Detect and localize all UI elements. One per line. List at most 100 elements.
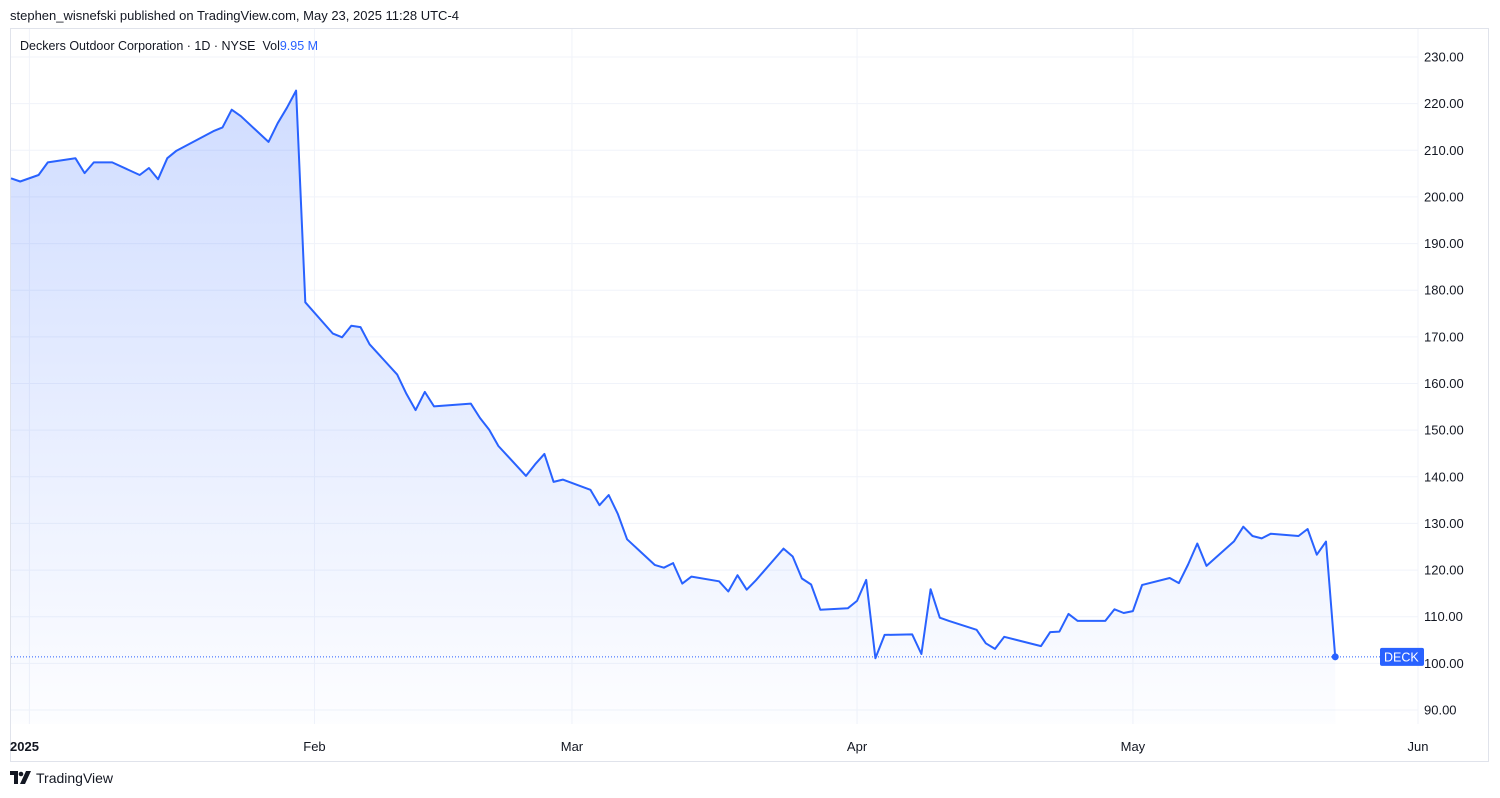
price-point[interactable] — [909, 631, 915, 637]
price-point[interactable] — [275, 120, 281, 126]
price-point[interactable] — [82, 170, 88, 176]
price-point[interactable] — [330, 331, 336, 337]
price-point[interactable] — [1249, 533, 1255, 539]
price-point[interactable] — [164, 155, 170, 161]
price-point[interactable] — [1314, 552, 1320, 558]
price-point[interactable] — [1194, 540, 1200, 546]
price-point[interactable] — [551, 479, 557, 485]
price-point[interactable] — [403, 391, 409, 397]
price-point[interactable] — [587, 487, 593, 493]
price-point[interactable] — [1075, 618, 1081, 624]
price-point[interactable] — [946, 618, 952, 624]
price-point[interactable] — [8, 175, 14, 181]
brand-name[interactable]: TradingView — [36, 770, 113, 786]
price-point[interactable] — [1176, 580, 1182, 586]
price-point[interactable] — [137, 172, 143, 178]
price-point[interactable] — [367, 341, 373, 347]
price-point[interactable] — [339, 334, 345, 340]
price-point[interactable] — [1056, 629, 1062, 635]
price-point[interactable] — [863, 577, 869, 583]
price-point[interactable] — [1121, 610, 1127, 616]
price-point[interactable] — [1185, 561, 1191, 567]
price-point[interactable] — [1130, 608, 1136, 614]
price-point[interactable] — [744, 587, 750, 593]
price-point[interactable] — [431, 403, 437, 409]
price-point[interactable] — [532, 461, 538, 467]
price-point[interactable] — [357, 324, 363, 330]
price-point[interactable] — [1047, 629, 1053, 635]
price-point[interactable] — [229, 107, 235, 113]
price-point[interactable] — [146, 165, 152, 171]
price-point[interactable] — [394, 372, 400, 378]
price-point[interactable] — [560, 477, 566, 483]
price-point[interactable] — [937, 615, 943, 621]
price-point[interactable] — [495, 443, 501, 449]
price-point[interactable] — [1112, 606, 1118, 612]
price-point[interactable] — [597, 502, 603, 508]
price-point[interactable] — [854, 598, 860, 604]
price-point[interactable] — [1001, 634, 1007, 640]
price-point[interactable] — [413, 407, 419, 413]
price-point[interactable] — [1102, 618, 1108, 624]
price-point[interactable] — [210, 128, 216, 134]
price-point[interactable] — [716, 578, 722, 584]
price-point[interactable] — [523, 473, 529, 479]
price-point[interactable] — [872, 655, 878, 661]
price-point[interactable] — [174, 148, 180, 154]
price-point[interactable] — [918, 651, 924, 657]
price-point[interactable] — [468, 401, 474, 407]
price-point[interactable] — [606, 492, 612, 498]
price-point[interactable] — [615, 511, 621, 517]
price-point[interactable] — [155, 176, 161, 182]
price-point[interactable] — [1259, 535, 1265, 541]
price-point[interactable] — [624, 536, 630, 542]
price-point[interactable] — [1066, 611, 1072, 617]
price-point[interactable] — [753, 577, 759, 583]
price-point[interactable] — [293, 88, 299, 94]
price-point[interactable] — [541, 451, 547, 457]
price-point[interactable] — [109, 159, 115, 165]
price-point[interactable] — [1323, 539, 1329, 545]
price-point[interactable] — [817, 607, 823, 613]
price-point[interactable] — [974, 627, 980, 633]
price-point[interactable] — [799, 575, 805, 581]
price-point[interactable] — [845, 605, 851, 611]
price-point[interactable] — [928, 586, 934, 592]
price-point[interactable] — [17, 179, 23, 185]
price-point[interactable] — [72, 155, 78, 161]
price-point[interactable] — [689, 574, 695, 580]
price-point[interactable] — [1295, 533, 1301, 539]
price-point[interactable] — [808, 582, 814, 588]
price-point[interactable] — [45, 159, 51, 165]
price-point[interactable] — [1305, 526, 1311, 532]
price-point[interactable] — [1038, 643, 1044, 649]
price-point[interactable] — [992, 646, 998, 652]
price-point[interactable] — [1203, 563, 1209, 569]
price-point[interactable] — [1240, 524, 1246, 530]
price-point[interactable] — [780, 546, 786, 552]
price-point[interactable] — [265, 139, 271, 145]
price-point[interactable] — [422, 389, 428, 395]
price-point[interactable] — [734, 572, 740, 578]
price-point[interactable] — [477, 415, 483, 421]
price-point[interactable] — [1231, 538, 1237, 544]
price-point[interactable] — [486, 427, 492, 433]
price-point[interactable] — [91, 159, 97, 165]
price-point[interactable] — [670, 560, 676, 566]
price-point[interactable] — [284, 105, 290, 111]
price-chart[interactable]: 90.00 100.00 110.00 120.00 130.00 140.00 150.0… — [0, 0, 1500, 798]
price-point[interactable] — [882, 632, 888, 638]
price-point[interactable] — [302, 299, 308, 305]
price-point[interactable] — [1167, 575, 1173, 581]
price-point[interactable] — [36, 172, 42, 178]
price-point[interactable] — [790, 554, 796, 560]
price-point[interactable] — [725, 589, 731, 595]
price-point[interactable] — [1139, 582, 1145, 588]
price-point[interactable] — [1268, 531, 1274, 537]
price-point[interactable] — [661, 565, 667, 571]
price-point[interactable] — [983, 640, 989, 646]
price-point[interactable] — [220, 124, 226, 130]
price-point[interactable] — [238, 113, 244, 119]
price-point[interactable] — [679, 581, 685, 587]
price-point[interactable] — [652, 562, 658, 568]
